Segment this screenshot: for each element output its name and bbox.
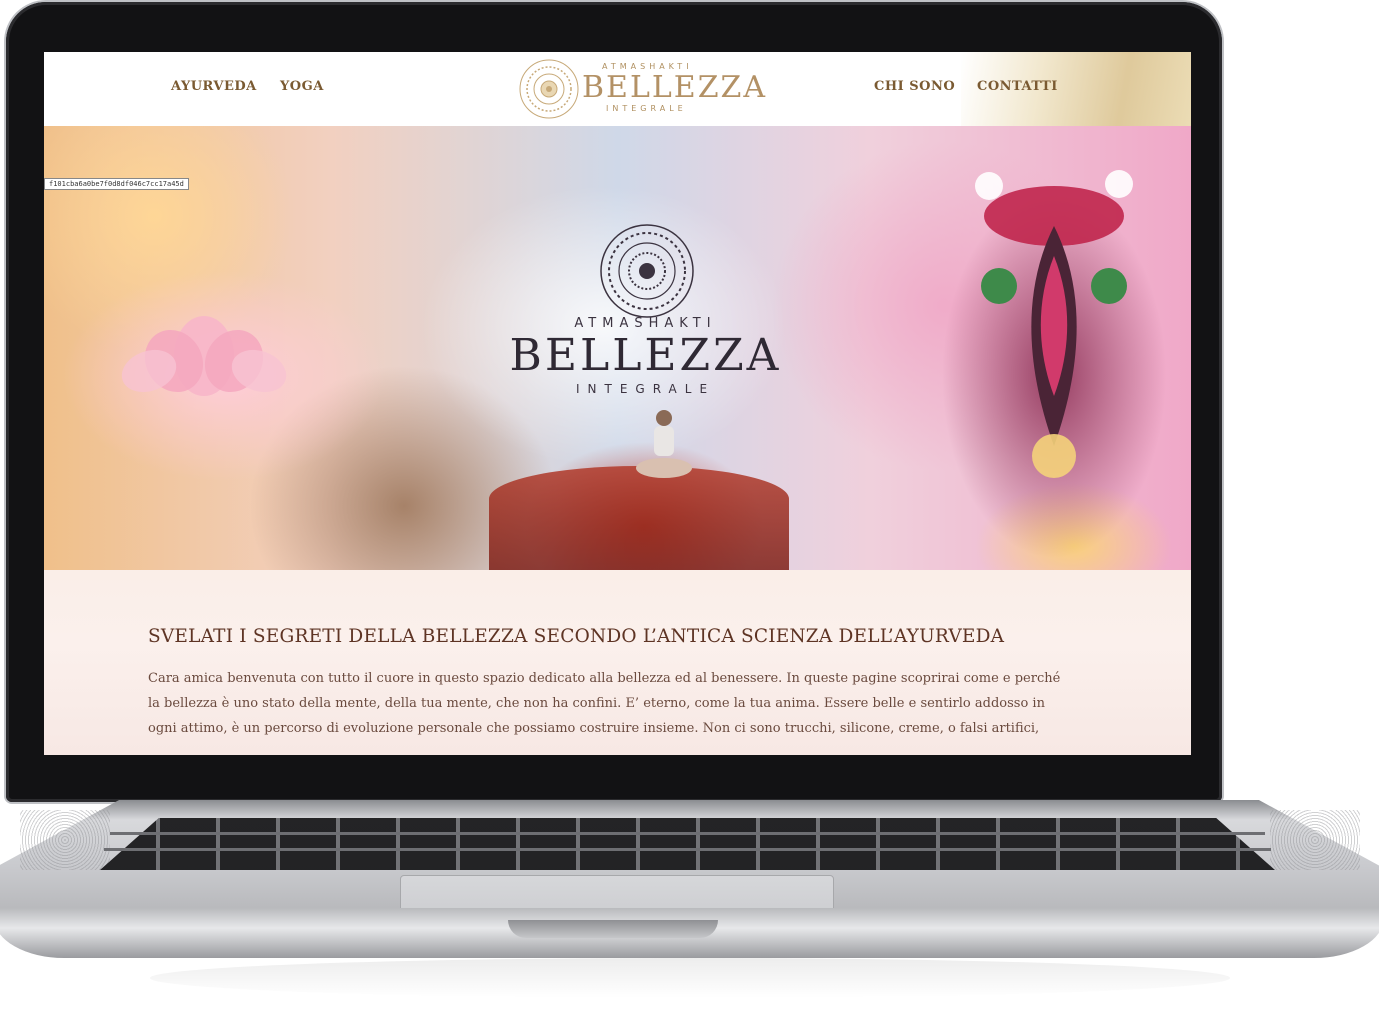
intro-section: SVELATI I SEGRETI DELLA BELLEZZA SECONDO… (44, 570, 1191, 755)
keyboard-row-divider (104, 848, 1271, 851)
logo-main-text: BELLEZZA (582, 70, 768, 105)
intro-line: la bellezza è uno stato della mente, del… (148, 696, 1045, 711)
hero-brand-top: ATMASHAKTI (574, 316, 717, 331)
browser-screen: AYURVEDA YOGA CHI SONO CONTATTI ATMASHAK… (44, 52, 1191, 755)
logo-bottom-text: INTEGRALE (606, 104, 687, 113)
meditating-figure-image (636, 410, 692, 478)
hero-brand-bottom: INTEGRALE (575, 382, 716, 396)
nav-link-chi-sono[interactable]: CHI SONO (874, 79, 955, 94)
hero-banner: f101cba6a0be7f0d8df046c7cc17a45d ATMASHA… (44, 126, 1191, 570)
laptop-reflection (150, 958, 1230, 998)
speaker-grille-right (1270, 810, 1360, 870)
section-title: SVELATI I SEGRETI DELLA BELLEZZA SECONDO… (148, 626, 1005, 647)
mandala-logo-icon (519, 59, 579, 119)
site-logo[interactable]: ATMASHAKTI BELLEZZA INTEGRALE (514, 56, 765, 122)
intro-text: Cara amica benvenuta con tutto il cuore … (148, 666, 1068, 741)
nav-link-contatti[interactable]: CONTATTI (977, 79, 1058, 94)
mandala-hero-icon (600, 224, 694, 318)
intro-line: Cara amica benvenuta con tutto il cuore … (148, 671, 1061, 686)
nav-link-ayurveda[interactable]: AYURVEDA (171, 79, 257, 94)
image-id-label: f101cba6a0be7f0d8df046c7cc17a45d (44, 178, 189, 190)
nav-link-yoga[interactable]: YOGA (280, 79, 324, 94)
keyboard-row-divider (110, 832, 1265, 835)
speaker-grille-left (20, 810, 110, 870)
site-header: AYURVEDA YOGA CHI SONO CONTATTI ATMASHAK… (44, 52, 1191, 126)
hero-brand-main: BELLEZZA (509, 330, 782, 381)
laptop-notch (508, 920, 718, 938)
intro-line: ogni attimo, è un percorso di evoluzione… (148, 721, 1040, 736)
laptop-lid: AYURVEDA YOGA CHI SONO CONTATTI ATMASHAK… (6, 2, 1222, 802)
keyboard (100, 818, 1275, 870)
